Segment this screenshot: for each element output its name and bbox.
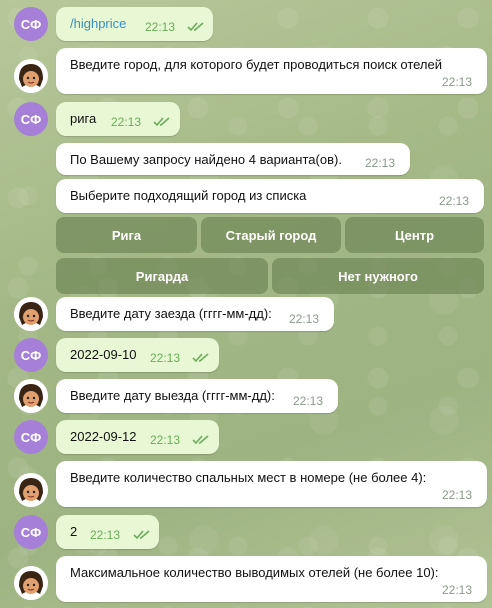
double-check-icon [133,530,151,540]
user-avatar[interactable]: СФ [14,7,48,41]
keyboard-button-riga[interactable]: Рига [56,217,197,253]
outgoing-message[interactable]: /highprice 22:13 [56,7,213,41]
message-time: 22:13 [442,583,473,597]
message-text: Введите город, для которого будет провод… [70,57,443,72]
outgoing-message[interactable]: 2022-09-12 22:13 [56,420,219,454]
message-time: 22:13 [145,20,176,34]
incoming-message[interactable]: Введите город, для которого будет провод… [56,48,487,94]
outgoing-message[interactable]: 2022-09-10 22:13 [56,338,219,372]
message-text: Введите дату выезда (гггг-мм-дд): [70,388,275,403]
bot-avatar-icon[interactable] [14,473,48,507]
message-text: 2 [70,524,78,539]
message-time: 22:13 [111,115,142,129]
outgoing-message[interactable]: 2 22:13 [56,515,159,549]
keyboard-button-none[interactable]: Нет нужного [272,258,484,294]
incoming-message[interactable]: Введите дату выезда (гггг-мм-дд): 22:13 [56,379,338,413]
double-check-icon [192,435,210,445]
message-text: Введите количество спальных мест в номер… [70,470,427,485]
message-time: 22:13 [365,156,396,170]
double-check-icon [153,117,171,127]
command-link[interactable]: /highprice [70,16,126,31]
message-row: Введите количество спальных мест в номер… [0,461,492,507]
message-row: СФ рига 22:13 [0,102,492,136]
bot-avatar-icon[interactable] [14,59,48,93]
incoming-message[interactable]: Максимальное количество выводимых отелей… [56,556,487,602]
message-row: По Вашему запросу найдено 4 варианта(ов)… [0,143,492,175]
incoming-message[interactable]: Введите количество спальных мест в номер… [56,461,487,507]
message-time: 22:13 [439,194,470,208]
message-text: 2022-09-12 [70,429,137,444]
message-text: 2022-09-10 [70,347,137,362]
incoming-message[interactable]: По Вашему запросу найдено 4 варианта(ов)… [56,143,410,175]
message-text: По Вашему запросу найдено 4 варианта(ов)… [70,152,342,167]
user-avatar[interactable]: СФ [14,338,48,372]
message-text: Выберите подходящий город из списка [70,188,307,203]
incoming-message[interactable]: Выберите подходящий город из списка 22:1… [56,179,484,213]
message-row: СФ 2022-09-12 22:13 [0,420,492,454]
keyboard-button-old-town[interactable]: Старый город [201,217,341,253]
message-row: СФ 2 22:13 [0,515,492,549]
bot-avatar-icon[interactable] [14,379,48,413]
bot-avatar-icon[interactable] [14,297,48,331]
message-time: 22:13 [293,394,324,408]
message-row: Максимальное количество выводимых отелей… [0,556,492,602]
message-time: 22:13 [289,312,320,326]
message-time: 22:13 [150,433,181,447]
message-row: СФ /highprice 22:13 [0,7,492,41]
bot-avatar-icon[interactable] [14,566,48,600]
message-row: Выберите подходящий город из списка 22:1… [0,179,492,213]
user-avatar[interactable]: СФ [14,515,48,549]
double-check-icon [187,22,205,32]
message-row: Введите дату выезда (гггг-мм-дд): 22:13 [0,379,492,413]
message-row: СФ 2022-09-10 22:13 [0,338,492,372]
outgoing-message[interactable]: рига 22:13 [56,102,180,136]
incoming-message[interactable]: Введите дату заезда (гггг-мм-дд): 22:13 [56,297,334,331]
message-time: 22:13 [442,75,473,89]
message-row: Введите дату заезда (гггг-мм-дд): 22:13 [0,297,492,331]
keyboard-button-rigarda[interactable]: Ригарда [56,258,268,294]
user-avatar[interactable]: СФ [14,102,48,136]
message-time: 22:13 [442,488,473,502]
message-text: Максимальное количество выводимых отелей… [70,565,439,580]
message-row: Введите город, для которого будет провод… [0,48,492,94]
message-time: 22:13 [90,528,121,542]
message-text: Введите дату заезда (гггг-мм-дд): [70,306,272,321]
message-time: 22:13 [150,351,181,365]
user-avatar[interactable]: СФ [14,420,48,454]
message-text: рига [70,111,97,126]
double-check-icon [192,353,210,363]
keyboard-button-center[interactable]: Центр [345,217,484,253]
